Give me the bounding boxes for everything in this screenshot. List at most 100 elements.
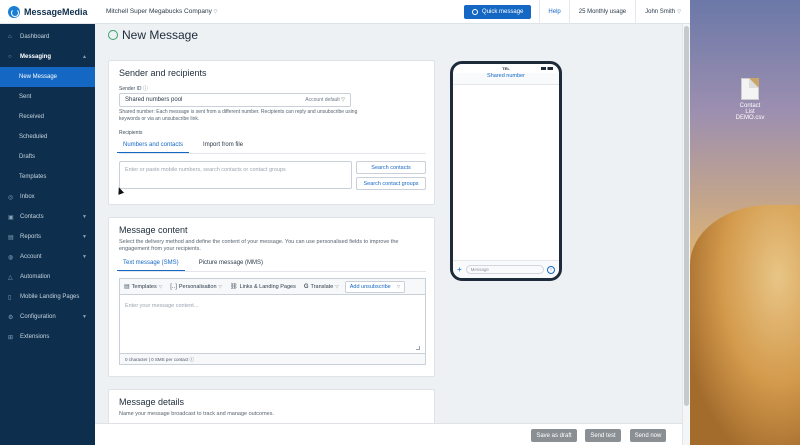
info-icon[interactable]: ⓘ (189, 357, 194, 362)
sender-id-value: Shared numbers pool (125, 97, 183, 103)
templates-dropdown[interactable]: ▤ Templates ▽ (120, 283, 166, 291)
sidebar-item-mobile-landing-pages[interactable]: ▯ Mobile Landing Pages (0, 287, 95, 307)
delivery-tabs: Text message (SMS) Picture message (MMS) (117, 260, 269, 271)
sidebar-item-sent[interactable]: Sent (0, 87, 95, 107)
sidebar-item-new-message[interactable]: New Message (0, 67, 95, 87)
contacts-icon: ▣ (8, 214, 14, 221)
sidebar-item-extensions[interactable]: ⊞ Extensions (0, 327, 95, 347)
help-link[interactable]: Help (539, 0, 568, 24)
chat-icon (472, 8, 479, 15)
sender-heading: Sender and recipients (119, 68, 207, 78)
sidebar-item-label: Drafts (19, 154, 36, 160)
tab-import-file[interactable]: Import from file (197, 142, 249, 153)
desktop-file[interactable]: Contact List DEMO.csv (735, 78, 765, 121)
recipients-label: Recipients (119, 130, 143, 136)
chevron-down-icon: ▽ (218, 283, 222, 289)
sidebar-item-label: Received (19, 114, 45, 120)
tab-numbers-contacts[interactable]: Numbers and contacts (117, 142, 190, 153)
sidebar-item-contacts[interactable]: ▣ Contacts ▼ (0, 207, 95, 227)
sidebar-item-drafts[interactable]: Drafts (0, 147, 95, 167)
search-contact-groups-button[interactable]: Search contact groups (356, 177, 426, 190)
add-unsubscribe-label: Add unsubscribe (349, 283, 391, 290)
inbox-icon: ◎ (8, 194, 14, 201)
sender-id-label: Sender ID ⓘ (119, 85, 148, 92)
recipient-tabs: Numbers and contacts Import from file (117, 142, 249, 153)
chevron-down-icon: ▽ (677, 8, 681, 15)
sidebar-item-label: Account (20, 254, 42, 260)
sidebar-item-automation[interactable]: △ Automation (0, 267, 95, 287)
extensions-icon: ⊞ (8, 334, 14, 341)
page-scrollbar[interactable] (682, 24, 690, 445)
google-icon: G (303, 283, 309, 290)
quick-message-button[interactable]: Quick message (464, 4, 532, 19)
config-icon: ⚙ (8, 314, 14, 321)
search-contacts-button[interactable]: Search contacts (356, 161, 426, 174)
editor-toolbar: ▤ Templates ▽ [..] Personalisation ▽ ⛓ Links … (119, 278, 426, 294)
sidebar-item-scheduled[interactable]: Scheduled (0, 127, 95, 147)
sidebar-item-configuration[interactable]: ⚙ Configuration ▼ (0, 307, 95, 327)
add-unsubscribe-button[interactable]: Add unsubscribe ▽ (344, 280, 406, 293)
user-name: John Smith (645, 8, 676, 15)
app-window: MessageMedia ⌂ Dashboard ○ Messaging ▲ New … (0, 0, 690, 445)
sidebar-item-label: Inbox (20, 194, 35, 200)
sidebar-item-messaging[interactable]: ○ Messaging ▲ (0, 47, 95, 67)
content-description: Select the delivery method and define th… (119, 239, 399, 252)
sender-id-select[interactable]: Shared numbers pool Account default ▽ (119, 93, 351, 107)
sidebar-item-label: Scheduled (19, 134, 48, 140)
links-label: Links & Landing Pages (239, 283, 296, 290)
send-icon: ↑ (547, 265, 555, 274)
send-now-button[interactable]: Send now (630, 429, 666, 442)
content-heading: Message content (119, 225, 188, 235)
sidebar-item-templates[interactable]: Templates (0, 167, 95, 187)
desktop-dunes (690, 205, 800, 445)
details-heading: Message details (119, 397, 185, 407)
sidebar-item-dashboard[interactable]: ⌂ Dashboard (0, 27, 95, 47)
sender-id-label-text: Sender ID (119, 86, 142, 92)
sidebar-item-label: Extensions (20, 334, 50, 340)
translate-dropdown[interactable]: G Translate ▽ (300, 284, 343, 290)
logo[interactable]: MessageMedia (0, 0, 95, 24)
sidebar-item-label: New Message (19, 74, 58, 80)
logo-text: MessageMedia (24, 6, 88, 17)
chevron-down-icon: ▽ (158, 283, 163, 289)
tab-mms[interactable]: Picture message (MMS) (193, 260, 269, 271)
page-title-text: New Message (122, 28, 199, 42)
chevron-down-icon: ▼ (82, 254, 87, 260)
sidebar-item-account[interactable]: ◍ Account ▼ (0, 247, 95, 267)
sidebar-item-inbox[interactable]: ◎ Inbox (0, 187, 95, 207)
tab-divider (119, 271, 426, 272)
desktop-file-label: Contact List DEMO.csv (735, 103, 765, 121)
resize-handle-icon[interactable] (416, 346, 420, 350)
chevron-down-icon: ▼ (82, 214, 87, 220)
signal-icon (541, 67, 553, 70)
recipients-input[interactable]: Enter or paste mobile numbers, search co… (119, 161, 352, 189)
sidebar-item-label: Templates (19, 174, 47, 180)
user-menu[interactable]: John Smith ▽ (635, 0, 690, 24)
top-bar: Mitchell Super Megabucks Company ▽ Quick… (95, 0, 690, 24)
logo-icon (8, 5, 20, 18)
usage-indicator[interactable]: 25 Monthly usage (568, 0, 635, 24)
save-draft-button[interactable]: Save as draft (531, 429, 577, 442)
automation-icon: △ (8, 274, 13, 281)
message-textarea[interactable]: Enter your message content... (119, 294, 426, 353)
mobile-icon: ▯ (8, 294, 12, 301)
sidebar-item-reports[interactable]: ▤ Reports ▼ (0, 227, 95, 247)
chevron-down-icon: ▽ (396, 283, 401, 289)
links-button[interactable]: ⛓ Links & Landing Pages (226, 283, 300, 291)
quick-message-label: Quick message (482, 8, 524, 15)
chevron-up-icon: ▲ (82, 54, 87, 60)
personalisation-dropdown[interactable]: [..] Personalisation ▽ (166, 284, 226, 290)
action-bar: Save as draft Send test Send now (95, 423, 682, 445)
info-icon[interactable]: ⓘ (143, 86, 148, 92)
sender-default-text: Account default (305, 97, 340, 103)
sidebar-item-label: Automation (20, 274, 51, 280)
tab-sms[interactable]: Text message (SMS) (117, 260, 185, 271)
sender-default-tag: Account default ▽ (305, 97, 345, 103)
scrollbar-thumb[interactable] (684, 26, 689, 406)
chevron-down-icon: ▼ (82, 314, 87, 320)
sidebar-item-label: Dashboard (20, 34, 50, 40)
reports-icon: ▤ (8, 234, 14, 241)
send-test-button[interactable]: Send test (585, 429, 621, 442)
company-selector[interactable]: Mitchell Super Megabucks Company ▽ (95, 8, 464, 15)
sidebar-item-received[interactable]: Received (0, 107, 95, 127)
